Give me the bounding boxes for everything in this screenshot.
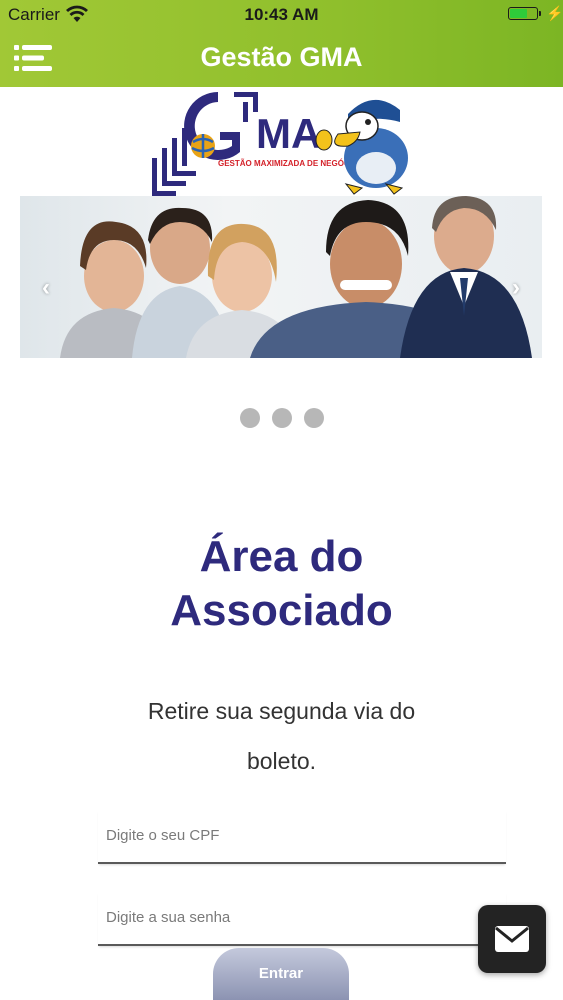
battery-icon [508, 7, 541, 20]
logo-tagline: GESTÃO MAXIMIZADA DE NEGÓCIOS [218, 159, 364, 168]
cpf-field-container [98, 810, 506, 864]
carousel-prev-button[interactable]: ‹ [42, 274, 50, 302]
svg-text:MA: MA [256, 110, 321, 157]
section-heading: Área do Associado [0, 530, 563, 638]
top-bar: Carrier 10:43 AM ⚡ Gestão GMA [0, 0, 563, 87]
carousel-dot[interactable] [303, 408, 324, 428]
eagle-mascot-icon [315, 99, 408, 195]
entrar-button[interactable]: Entrar [213, 948, 349, 1000]
cpf-input[interactable] [98, 820, 506, 850]
gma-logo: MA GESTÃO MAXIMIZADA DE NEGÓCIOS [148, 88, 418, 198]
carousel-pagination [0, 408, 563, 428]
business-team-photo [60, 196, 532, 358]
image-carousel[interactable]: ‹ › [20, 196, 542, 358]
carousel-next-button[interactable]: › [512, 274, 520, 302]
contact-button[interactable] [478, 905, 546, 973]
mail-icon [495, 926, 529, 952]
carousel-dot[interactable] [271, 408, 292, 428]
subtitle-line-1: Retire sua segunda via do [147, 698, 416, 724]
heading-line-2: Associado [170, 586, 393, 635]
password-field-container [98, 892, 506, 946]
section-subtitle: Retire sua segunda via do boleto. [0, 686, 563, 786]
nav-bar: Gestão GMA [0, 30, 563, 87]
password-input[interactable] [98, 902, 506, 932]
page-title: Gestão GMA [200, 42, 363, 72]
clock: 10:43 AM [244, 5, 319, 24]
status-bar: Carrier 10:43 AM ⚡ [0, 0, 563, 30]
charging-icon: ⚡ [546, 5, 563, 21]
carousel-dot[interactable] [239, 408, 260, 428]
gma-logo-mark: MA GESTÃO MAXIMIZADA DE NEGÓCIOS [152, 92, 408, 196]
heading-line-1: Área do [199, 532, 364, 581]
subtitle-line-2: boleto. [246, 748, 317, 774]
